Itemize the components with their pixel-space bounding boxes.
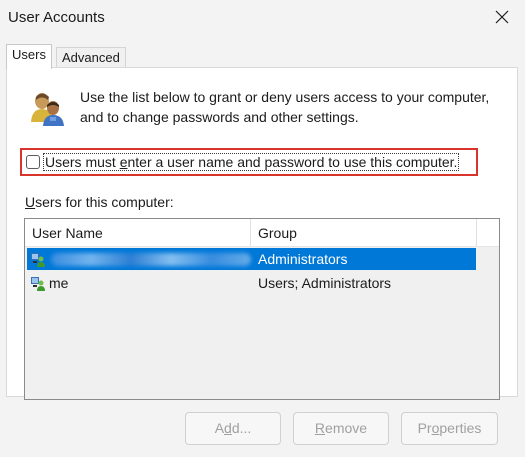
title-bar: User Accounts: [0, 0, 525, 34]
tab-users[interactable]: Users: [6, 44, 52, 69]
close-button[interactable]: [479, 0, 525, 34]
add-button[interactable]: Add...: [185, 412, 281, 445]
close-icon: [495, 10, 509, 24]
column-header-user-name[interactable]: User Name: [32, 225, 103, 241]
column-divider[interactable]: [250, 219, 251, 246]
list-header: User Name Group: [25, 219, 499, 247]
tab-advanced[interactable]: Advanced: [56, 47, 126, 67]
require-login-label[interactable]: Users must enter a user name and passwor…: [43, 153, 460, 171]
users-list[interactable]: User Name Group Administrators me Users;…: [24, 218, 500, 400]
remove-button[interactable]: Remove: [293, 412, 389, 445]
table-row[interactable]: me Users; Administrators: [27, 272, 476, 294]
table-row[interactable]: Administrators: [27, 248, 476, 270]
column-divider[interactable]: [476, 219, 477, 246]
users-icon: [31, 93, 64, 126]
group-cell: Administrators: [258, 251, 348, 267]
users-list-label: Users for this computer:: [25, 194, 174, 210]
user-accounts-dialog: User Accounts Users Advanced Use the lis…: [0, 0, 525, 457]
description-text: Use the list below to grant or deny user…: [80, 89, 490, 125]
window-title: User Accounts: [8, 9, 105, 26]
require-login-checkbox[interactable]: [26, 155, 40, 169]
obscured-user-name: [51, 253, 251, 266]
user-account-icon: [31, 277, 45, 291]
user-account-icon: [31, 253, 45, 267]
user-name-cell: me: [49, 275, 69, 291]
properties-button[interactable]: Properties: [401, 412, 498, 445]
column-header-group[interactable]: Group: [258, 225, 297, 241]
group-cell: Users; Administrators: [258, 275, 392, 291]
